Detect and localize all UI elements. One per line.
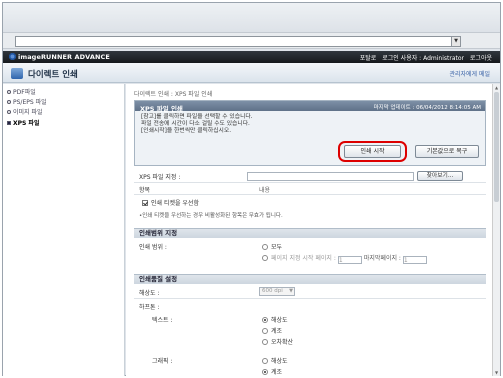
divider: [134, 194, 486, 195]
sidebar: PDF파일 PS/EPS 파일 이미지 파일 XPS 파일: [3, 84, 125, 376]
brand-name: imageRUNNER ADVANCE: [18, 53, 110, 61]
chevron-down-icon: ▼: [289, 288, 293, 294]
resolution-select[interactable]: 600 dpi ▼: [259, 287, 295, 296]
panel-title: XPS 파일 인쇄: [140, 104, 183, 113]
browser-window: ▼ imageRUNNER ADVANCE 포탈로 로그인 사용자 : Admi…: [2, 2, 501, 376]
bullet-icon: [7, 90, 11, 94]
end-page-input[interactable]: 1: [402, 256, 427, 264]
resolution-row: 해상도 :: [139, 290, 160, 297]
scroll-up-icon[interactable]: ▲: [493, 84, 500, 91]
quality-section-header: 인쇄품질 설정: [134, 274, 486, 284]
address-input[interactable]: ▼: [15, 36, 461, 47]
ticket-note: •인쇄 티켓을 우선하는 경우 비활성화된 항목은 무효가 됩니다.: [139, 213, 283, 219]
radio-icon[interactable]: [262, 328, 268, 334]
breadcrumb: 다이렉트 인쇄 : XPS 파일 인쇄: [134, 91, 213, 98]
start-print-button[interactable]: 인쇄 시작: [344, 145, 401, 158]
reset-defaults-button[interactable]: 기본값으로 복구: [415, 145, 479, 158]
graphic-radio-gradation[interactable]: 계조: [262, 367, 282, 376]
title-bar: 다이렉트 인쇄 관리자에게 메일: [3, 63, 500, 83]
bullet-icon: [7, 100, 11, 104]
browser-toolbar: [3, 3, 500, 33]
panel-header: XPS 파일 인쇄 마지막 업데이트 : 06/04/2012 8:14:05 …: [135, 101, 485, 113]
text-row: 텍스트 : 해상도: [152, 315, 288, 324]
items-header: 항목 내용: [139, 187, 271, 194]
divider: [134, 182, 486, 183]
portal-link[interactable]: 포탈로: [360, 55, 377, 62]
notice-text: [참고]를 클릭하면 파일을 선택할 수 있습니다. 파일 전송에 시간이 다소…: [141, 114, 253, 134]
bullet-icon: [7, 110, 11, 114]
xps-print-panel: XPS 파일 인쇄 마지막 업데이트 : 06/04/2012 8:14:05 …: [134, 100, 486, 166]
scroll-thumb[interactable]: [494, 92, 499, 202]
browse-button[interactable]: 찾아보기...: [417, 171, 463, 181]
mail-admin-link[interactable]: 관리자에게 메일: [449, 69, 490, 78]
brand: imageRUNNER ADVANCE: [9, 53, 110, 61]
range-section-header: 인쇄범위 지정: [134, 228, 486, 238]
logout-link[interactable]: 로그아웃: [470, 55, 492, 62]
range-row: 인쇄 범위 : 모두: [139, 242, 283, 251]
sidebar-item-pdf[interactable]: PDF파일: [7, 87, 36, 96]
sidebar-item-xps[interactable]: XPS 파일: [7, 118, 39, 127]
last-update: 마지막 업데이트 : 06/04/2012 8:14:05 AM: [373, 105, 481, 111]
xps-file-input[interactable]: [247, 172, 414, 181]
chevron-down-icon[interactable]: ▼: [451, 37, 460, 46]
text-radio-resolution[interactable]: 해상도: [262, 315, 288, 324]
page-title: 다이렉트 인쇄: [28, 70, 78, 80]
divider: [134, 298, 486, 299]
graphic-row: 그래픽 : 해상도: [152, 356, 288, 365]
radio-pages[interactable]: 페이지 지정 시작 페이지 :1 마지막페이지 :1: [262, 253, 429, 264]
canon-logo-icon: [9, 53, 16, 60]
header-links: 포탈로 로그인 사용자 : Administrator 로그아웃: [356, 53, 492, 62]
app-header: imageRUNNER ADVANCE 포탈로 로그인 사용자 : Admini…: [3, 51, 500, 63]
address-bar-row: ▼: [3, 33, 500, 49]
radio-all[interactable]: 모두: [262, 242, 282, 251]
direct-print-icon: [11, 68, 23, 79]
radio-icon[interactable]: [262, 339, 268, 345]
checkbox-icon[interactable]: [142, 200, 148, 206]
ticket-checkbox-row[interactable]: 인쇄 티켓을 우선함: [134, 198, 486, 207]
text-radio-gradation[interactable]: 계조: [262, 326, 282, 335]
halftone-row: 하프톤 :: [139, 304, 160, 311]
bullet-icon: [7, 121, 11, 125]
vertical-scrollbar[interactable]: ▲ ▼: [492, 84, 500, 376]
scroll-down-icon[interactable]: ▼: [493, 369, 500, 376]
login-user: 로그인 사용자 : Administrator: [382, 55, 464, 62]
sidebar-item-image[interactable]: 이미지 파일: [7, 107, 43, 116]
radio-icon[interactable]: [262, 358, 268, 364]
radio-icon[interactable]: [262, 244, 268, 250]
radio-icon[interactable]: [262, 255, 268, 261]
text-radio-error-diffusion[interactable]: 오차확산: [262, 337, 293, 346]
main-content: 다이렉트 인쇄 : XPS 파일 인쇄 XPS 파일 인쇄 마지막 업데이트 :…: [126, 84, 500, 376]
graphic-radio-resolution[interactable]: 해상도: [262, 356, 288, 365]
ticket-checkbox-label: 인쇄 티켓을 우선함: [151, 200, 199, 207]
start-page-input[interactable]: 1: [337, 256, 362, 264]
radio-icon[interactable]: [262, 369, 268, 375]
sidebar-item-ps-eps[interactable]: PS/EPS 파일: [7, 97, 47, 106]
radio-icon[interactable]: [262, 317, 268, 323]
